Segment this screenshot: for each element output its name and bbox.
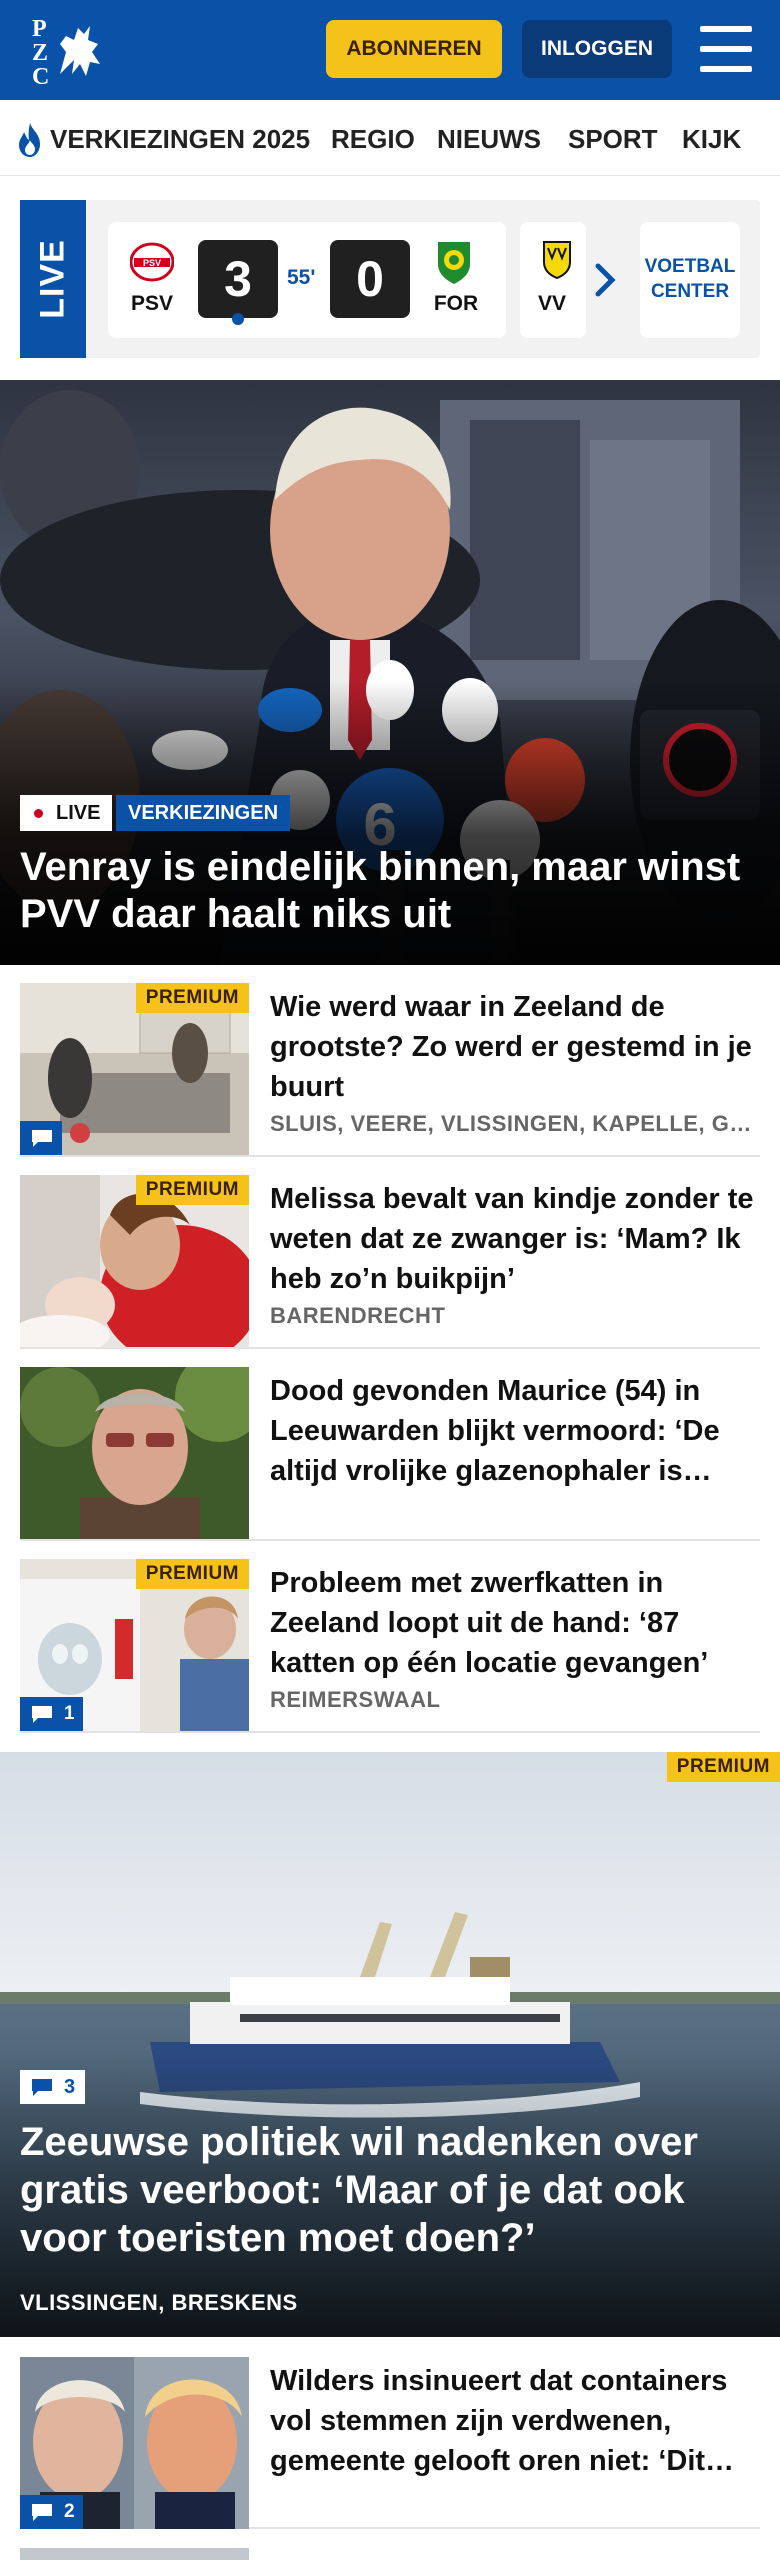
comment-badge[interactable]: 2 (20, 2495, 83, 2529)
next-team: VV (538, 292, 567, 315)
flame-icon (19, 123, 40, 157)
list-item[interactable]: PREMIUM Melissa bevalt van kindje zonder… (20, 1157, 760, 1349)
comment-badge[interactable]: 1 (20, 1697, 83, 1731)
premium-badge: PREMIUM (135, 1175, 249, 1205)
article-photo (20, 1367, 249, 1539)
list-item[interactable]: PREMIUM 1 Probleem met zwerfkatten in Ze… (20, 1541, 760, 1733)
nav-item-regio[interactable]: REGIO (331, 124, 415, 155)
article-title[interactable]: Wilders insinueert dat containers vol st… (270, 2361, 756, 2481)
live-indicator-dot (232, 313, 244, 325)
comment-count: 3 (64, 2075, 76, 2098)
live-label: LIVE (33, 239, 72, 319)
vvv-crest-icon (543, 241, 571, 280)
article-location: SLUIS, VEERE, VLISSINGEN, KAPELLE, GOES (270, 1111, 756, 1136)
article-thumbnail: 2 (20, 2357, 249, 2529)
article-title[interactable]: Wie werd waar in Zeeland de grootste? Zo… (270, 987, 756, 1107)
article-thumbnail: PREMIUM (20, 983, 249, 1155)
comment-count: 1 (64, 1703, 75, 1724)
nav-item-kijk[interactable]: KIJK (682, 124, 741, 155)
login-button[interactable]: INLOGGEN (522, 20, 672, 78)
pzc-logo[interactable]: P Z C (30, 14, 110, 90)
psv-crest-icon: PSV (130, 242, 174, 282)
list-item[interactable]: 2 Wilders insinueert dat containers vol … (20, 2337, 760, 2529)
next-article-title-fragment (270, 2548, 730, 2560)
live-badge: LIVE (20, 795, 113, 831)
list-item[interactable]: PREMIUM Wie werd waar in Zeeland de groo… (20, 965, 760, 1157)
subscribe-button[interactable]: ABONNEREN (326, 20, 502, 78)
feature-location: VLISSINGEN, BRESKENS (20, 2290, 298, 2315)
comment-badge[interactable] (20, 1121, 62, 1155)
comment-count: 2 (64, 2501, 75, 2522)
hero-title[interactable]: Venray is eindelijk binnen, maar winst P… (20, 844, 760, 938)
home-team: PSV (130, 292, 174, 315)
svg-text:C: C (32, 64, 49, 86)
comment-icon (32, 2504, 52, 2521)
article-title[interactable]: Dood gevonden Maurice (54) in Leeuwarden… (270, 1371, 756, 1491)
hamburger-icon[interactable] (700, 26, 752, 72)
svg-text:Z: Z (32, 40, 48, 66)
chevron-right-icon[interactable] (592, 262, 620, 298)
voetbal-center-label[interactable]: VOETBAL CENTER (640, 254, 740, 304)
nav-item-sport[interactable]: SPORT (568, 124, 658, 155)
voetbal-center-line2: CENTER (650, 281, 730, 302)
comment-icon (32, 1706, 52, 1723)
live-tab: LIVE (20, 200, 86, 358)
match-minute: 55' (287, 266, 316, 289)
away-score: 0 (330, 240, 410, 318)
nav-item-nieuws[interactable]: NIEUWS (437, 124, 541, 155)
svg-text:PSV: PSV (143, 258, 161, 268)
svg-text:P: P (32, 16, 47, 42)
premium-badge: PREMIUM (666, 1752, 780, 1782)
article-title[interactable]: Melissa bevalt van kindje zonder te wete… (270, 1179, 756, 1299)
pzc-logo-icon: P Z C (32, 16, 100, 90)
voetbal-center-line1: VOETBAL (644, 256, 736, 277)
site-header: P Z C ABONNEREN INLOGGEN (0, 0, 780, 100)
category-badge: VERKIEZINGEN (116, 795, 291, 831)
premium-badge: PREMIUM (135, 983, 249, 1013)
nav-item-verkiezingen[interactable]: VERKIEZINGEN 2025 (50, 124, 310, 155)
comment-icon (32, 2079, 52, 2096)
article-location: REIMERSWAAL (270, 1687, 441, 1712)
fortuna-crest-icon (438, 242, 470, 284)
feature-title[interactable]: Zeeuwse politiek wil nadenken over grati… (20, 2118, 760, 2262)
article-title[interactable]: Probleem met zwerfkatten in Zeeland loop… (270, 1563, 756, 1683)
comment-badge[interactable]: 3 (20, 2070, 86, 2104)
article-thumbnail: PREMIUM (20, 1175, 249, 1347)
article-thumbnail: PREMIUM 1 (20, 1559, 249, 1731)
home-score: 3 (198, 240, 278, 318)
comment-icon (32, 1130, 52, 1147)
article-thumbnail (20, 1367, 249, 1539)
list-item[interactable]: Dood gevonden Maurice (54) in Leeuwarden… (20, 1349, 760, 1541)
away-team: FOR (433, 292, 479, 315)
next-article-thumbnail (20, 2548, 249, 2560)
article-location: BARENDRECHT (270, 1303, 446, 1328)
premium-badge: PREMIUM (135, 1559, 249, 1589)
